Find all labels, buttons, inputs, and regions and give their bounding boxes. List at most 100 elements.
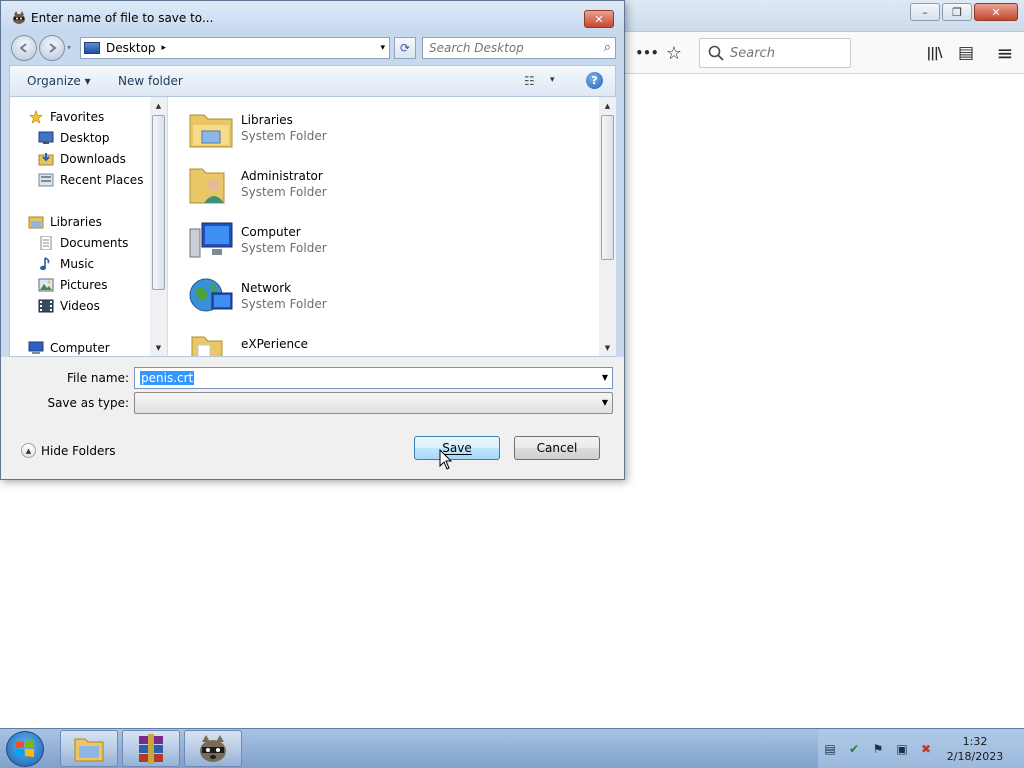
nav-music[interactable]: Music (38, 254, 94, 274)
address-dropdown-icon[interactable]: ▾ (380, 43, 385, 53)
nav-label: Pictures (60, 278, 108, 292)
taskbar-raccoon-app[interactable] (184, 730, 242, 767)
file-name-value[interactable]: penis.crt (140, 371, 195, 385)
clock-time: 1:32 (962, 735, 988, 748)
back-button[interactable] (11, 35, 37, 61)
nav-libraries[interactable]: Libraries (28, 212, 102, 232)
network-icon (189, 278, 233, 312)
desktop-location-icon (84, 42, 100, 54)
file-list: Libraries System Folder Administrator Sy… (168, 97, 599, 356)
nav-videos[interactable]: Videos (38, 296, 100, 316)
nav-computer[interactable]: Computer (28, 338, 110, 356)
page-actions-icon[interactable]: ••• (636, 42, 659, 64)
address-location[interactable]: Desktop (106, 41, 156, 55)
nav-pane-scrollbar[interactable]: ▲ ▼ (150, 97, 167, 356)
file-type: System Folder (241, 241, 327, 255)
file-item-administrator[interactable]: Administrator System Folder (186, 159, 486, 211)
save-options-area: File name: penis.crt ▼ Save as type: ▼ ▲… (1, 357, 624, 479)
dialog-title: Enter name of file to save to... (31, 11, 214, 25)
minimize-button[interactable]: – (910, 3, 940, 21)
dialog-titlebar: Enter name of file to save to... ✕ (1, 1, 624, 35)
address-bar[interactable]: Desktop ▸ ▾ (80, 37, 390, 59)
file-list-scrollbar[interactable]: ▲ ▼ (599, 97, 616, 356)
change-view-icon[interactable]: ☷ (524, 74, 535, 88)
computer-icon (28, 341, 44, 354)
refresh-button[interactable]: ⟳ (394, 37, 416, 59)
chevron-down-icon[interactable]: ▼ (602, 373, 608, 382)
organize-button[interactable]: Organize ▾ (27, 74, 91, 88)
taskbar-explorer[interactable] (60, 730, 118, 767)
folder-icon (191, 336, 223, 356)
sidebar-icon[interactable]: ▤ (955, 42, 977, 64)
clock[interactable]: 1:32 2/18/2023 (930, 734, 1020, 764)
security-icon[interactable]: ✔ (846, 741, 862, 757)
bookmark-star-icon[interactable]: ☆ (663, 42, 685, 64)
nav-recent-places[interactable]: Recent Places (38, 170, 143, 190)
clipboard-icon[interactable]: ▤ (822, 741, 838, 757)
help-icon[interactable]: ? (586, 72, 603, 89)
taskbar-winrar[interactable] (122, 730, 180, 767)
network-status-icon[interactable]: ▣ (894, 741, 910, 757)
file-name: Network (241, 281, 292, 295)
menu-icon[interactable]: ≡ (994, 41, 1016, 65)
file-item-experience[interactable]: eXPerience (186, 327, 486, 356)
hide-folders-button[interactable]: ▲ Hide Folders (21, 443, 116, 458)
file-item-computer[interactable]: Computer System Folder (186, 215, 486, 267)
file-name-label: File name: (67, 371, 129, 385)
nav-documents[interactable]: Documents (38, 233, 128, 253)
library-icon[interactable]: |||\ (923, 42, 945, 64)
close-button[interactable]: ✕ (974, 3, 1018, 21)
file-name: eXPerience (241, 337, 309, 351)
raccoon-app-icon (13, 11, 25, 24)
nav-desktop[interactable]: Desktop (38, 128, 110, 148)
chevron-right-icon[interactable]: ▸ (162, 43, 167, 53)
forward-button[interactable] (39, 35, 65, 61)
hide-folders-label: Hide Folders (41, 443, 116, 458)
cancel-button[interactable]: Cancel (514, 436, 600, 460)
libraries-folder-icon (189, 114, 233, 148)
scroll-down-icon[interactable]: ▼ (599, 339, 616, 356)
downloads-icon (38, 153, 54, 166)
dialog-search-box[interactable]: ⌕ (422, 37, 616, 59)
save-button[interactable]: Save (414, 436, 500, 460)
dialog-close-button[interactable]: ✕ (584, 10, 614, 28)
start-button[interactable] (6, 731, 44, 767)
search-icon[interactable]: ⌕ (604, 40, 611, 55)
nav-label: Videos (60, 299, 100, 313)
file-name-field[interactable]: penis.crt ▼ (134, 367, 613, 389)
new-folder-button[interactable]: New folder (118, 74, 183, 88)
browser-search-box[interactable] (699, 38, 851, 68)
nav-downloads[interactable]: Downloads (38, 149, 126, 169)
save-as-type-select[interactable]: ▼ (134, 392, 613, 414)
save-as-type-label: Save as type: (47, 396, 129, 410)
nav-favorites[interactable]: Favorites (28, 107, 104, 127)
clock-date: 2/18/2023 (946, 750, 1004, 763)
scroll-up-icon[interactable]: ▲ (599, 97, 616, 114)
libraries-icon (28, 216, 44, 229)
chevron-down-icon[interactable]: ▼ (602, 398, 608, 407)
dialog-search-input[interactable] (429, 41, 589, 55)
file-item-network[interactable]: Network System Folder (186, 271, 486, 323)
scroll-up-icon[interactable]: ▲ (150, 97, 167, 114)
taskbar: ▤ ✔ ⚑ ▣ ✖ 1:32 2/18/2023 (0, 728, 1024, 768)
restore-button[interactable]: ❐ (942, 3, 972, 21)
scroll-thumb[interactable] (152, 115, 165, 290)
explorer-icon (74, 738, 104, 761)
scroll-down-icon[interactable]: ▼ (150, 339, 167, 356)
nav-label: Music (60, 257, 95, 271)
recent-locations-dropdown[interactable]: ▾ (67, 43, 71, 52)
forward-arrow-icon (49, 43, 57, 53)
nav-pictures[interactable]: Pictures (38, 275, 108, 295)
browser-search-input[interactable] (730, 45, 840, 61)
refresh-icon: ⟳ (399, 41, 411, 55)
raccoon-app-icon (200, 734, 226, 762)
star-icon (29, 110, 43, 124)
documents-icon (40, 236, 52, 250)
file-name: Computer (241, 225, 301, 239)
desktop-icon (38, 131, 54, 144)
scroll-thumb[interactable] (601, 115, 614, 260)
window-controls: – ❐ ✕ (910, 3, 1018, 21)
view-options-dropdown[interactable]: ▾ (550, 75, 555, 85)
action-center-flag-icon[interactable]: ⚑ (870, 741, 886, 757)
file-item-libraries[interactable]: Libraries System Folder (186, 103, 486, 155)
